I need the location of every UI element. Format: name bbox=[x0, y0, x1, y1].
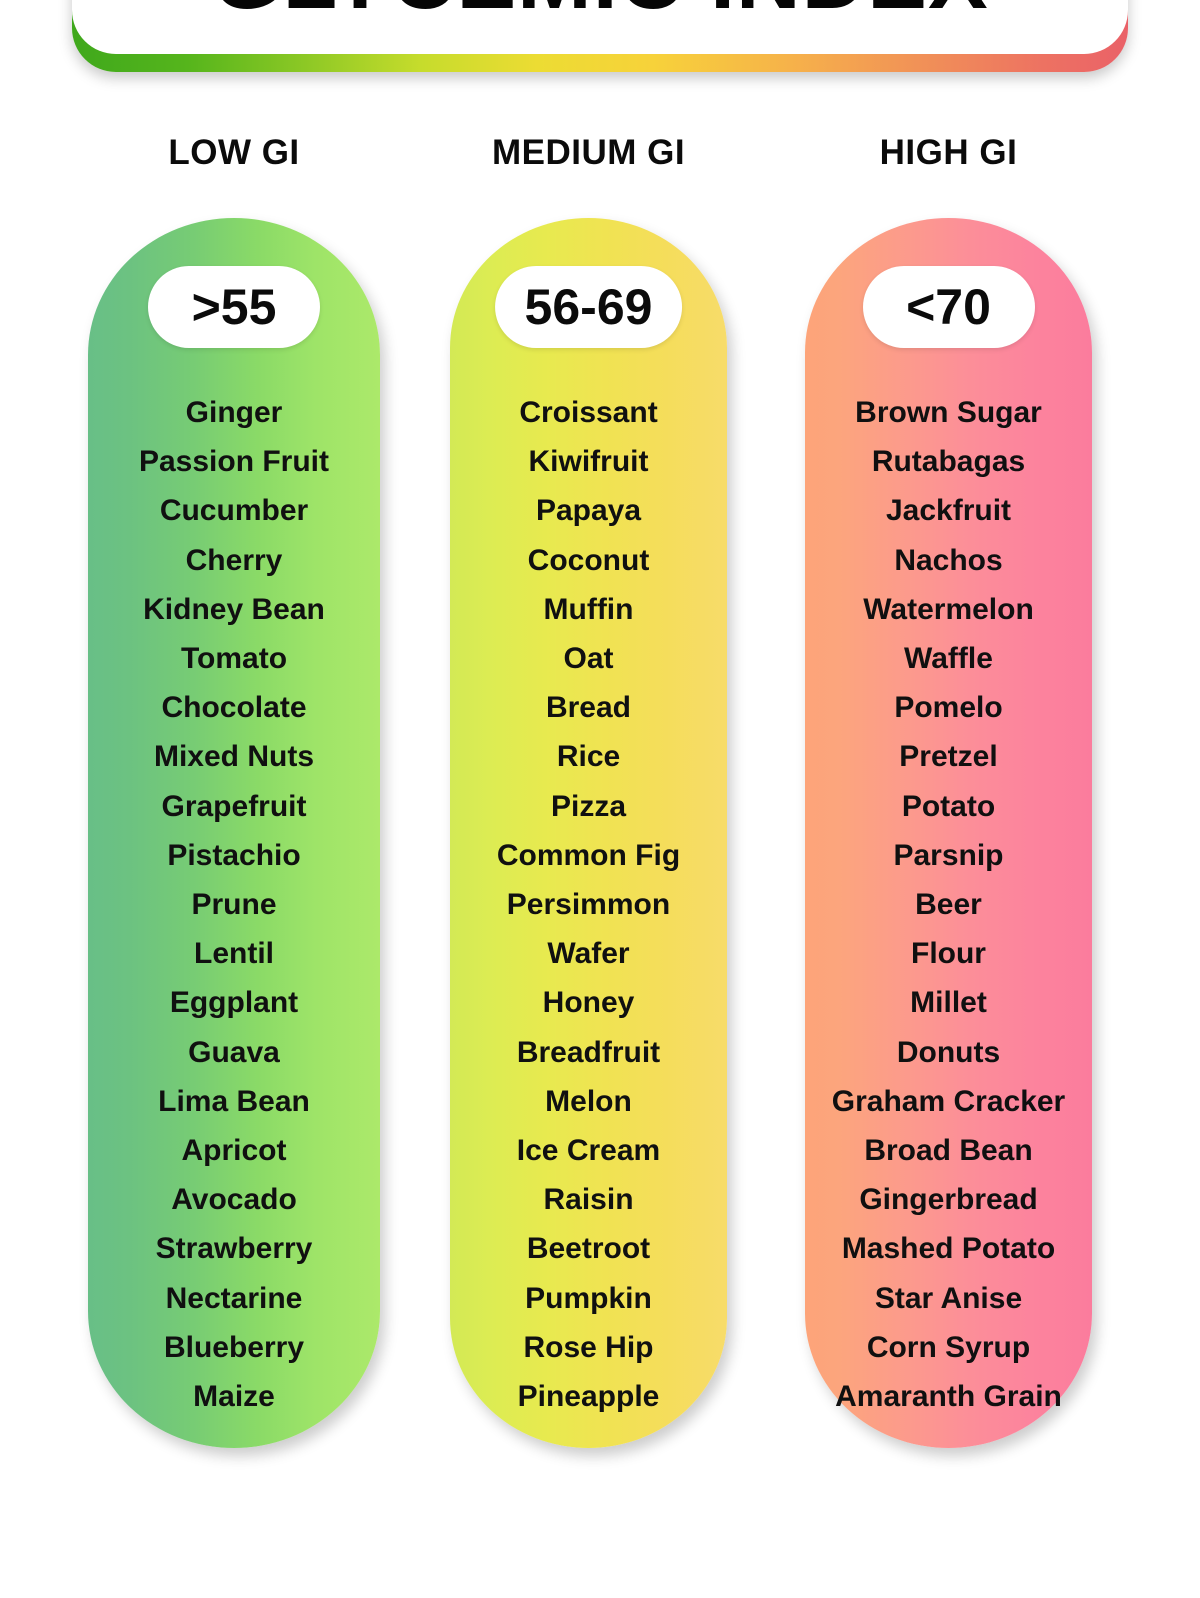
food-item: Apricot bbox=[181, 1134, 287, 1168]
food-item: Blueberry bbox=[163, 1330, 305, 1364]
food-item: Beer bbox=[915, 888, 982, 922]
food-item: Grapefruit bbox=[161, 789, 307, 823]
food-item: Common Fig bbox=[496, 838, 681, 872]
food-item: Broad Bean bbox=[864, 1134, 1033, 1168]
food-item: Gingerbread bbox=[859, 1183, 1038, 1217]
food-item: Wafer bbox=[547, 937, 630, 971]
food-item: Jackfruit bbox=[885, 494, 1012, 528]
food-item: Parsnip bbox=[893, 838, 1004, 872]
food-list-medium: Croissant Kiwifruit Papaya Coconut Muffin Oat… bbox=[450, 388, 727, 1421]
food-item: Strawberry bbox=[155, 1232, 313, 1266]
food-item: Avocado bbox=[171, 1183, 297, 1217]
food-item: Guava bbox=[188, 1035, 280, 1069]
gi-column-medium: 56-69 Croissant Kiwifruit Papaya Coconut Muf… bbox=[450, 218, 727, 1448]
food-item: Rice bbox=[556, 740, 621, 774]
food-item: Amaranth Grain bbox=[835, 1380, 1062, 1414]
food-item: Croissant bbox=[519, 396, 658, 429]
infographic-page: GLYCEMIC INDEX LOW GI MEDIUM GI HIGH GI … bbox=[0, 0, 1200, 1598]
food-item: Millet bbox=[910, 986, 987, 1020]
food-item: Melon bbox=[545, 1084, 632, 1118]
gi-range-badge-high: <70 bbox=[862, 266, 1035, 348]
column-heading-high: HIGH GI bbox=[879, 133, 1018, 172]
food-item: Coconut bbox=[527, 543, 650, 577]
food-item: Bread bbox=[545, 691, 632, 725]
food-item: Kidney Bean bbox=[143, 592, 325, 626]
food-item: Tomato bbox=[180, 642, 288, 676]
food-item: Prune bbox=[191, 888, 277, 922]
column-heading-low: LOW GI bbox=[168, 133, 300, 172]
food-item: Cherry bbox=[185, 543, 283, 577]
food-item: Oat bbox=[563, 642, 614, 676]
food-list-low: Ginger Passion Fruit Cucumber Cherry Kidney … bbox=[88, 388, 380, 1421]
food-item: Pistachio bbox=[167, 838, 301, 872]
gi-range-badge-low: >55 bbox=[148, 266, 320, 348]
food-item: Beetroot bbox=[526, 1232, 651, 1266]
food-item: Papaya bbox=[535, 494, 642, 528]
food-item: Brown Sugar bbox=[855, 396, 1042, 429]
food-item: Breadfruit bbox=[516, 1035, 661, 1069]
food-item: Potato bbox=[901, 789, 996, 823]
header-banner: GLYCEMIC INDEX bbox=[72, 0, 1128, 72]
food-item: Mashed Potato bbox=[841, 1232, 1056, 1266]
food-item: Star Anise bbox=[874, 1281, 1023, 1315]
gi-columns: >55 Ginger Passion Fruit Cucumber Cherry Kid… bbox=[0, 218, 1200, 1498]
food-item: Watermelon bbox=[863, 592, 1034, 626]
food-list-high: Brown Sugar Rutabagas Jackfruit Nachos Water… bbox=[805, 388, 1092, 1421]
food-item: Raisin bbox=[543, 1183, 634, 1217]
food-item: Pomelo bbox=[894, 691, 1003, 725]
gi-range-value-medium: 56-69 bbox=[524, 279, 653, 335]
food-item: Persimmon bbox=[506, 888, 671, 922]
food-item: Donuts bbox=[896, 1035, 1001, 1069]
food-item: Pizza bbox=[550, 789, 627, 823]
food-item: Lentil bbox=[194, 937, 274, 971]
food-item: Mixed Nuts bbox=[153, 740, 315, 774]
food-item: Passion Fruit bbox=[138, 445, 330, 479]
food-item: Lima Bean bbox=[158, 1084, 310, 1118]
food-item: Nachos bbox=[894, 543, 1003, 577]
food-item: Nectarine bbox=[165, 1281, 303, 1315]
food-item: Graham Cracker bbox=[831, 1084, 1066, 1118]
column-heading-medium: MEDIUM GI bbox=[491, 133, 686, 172]
food-item: Pineapple bbox=[517, 1380, 660, 1414]
page-title: GLYCEMIC INDEX bbox=[212, 0, 989, 22]
food-item: Chocolate bbox=[161, 691, 307, 725]
food-item: Pumpkin bbox=[525, 1281, 652, 1315]
food-item: Rose Hip bbox=[523, 1330, 654, 1364]
food-item: Honey bbox=[542, 986, 635, 1020]
food-item: Kiwifruit bbox=[528, 445, 649, 479]
food-item: Pretzel bbox=[899, 740, 998, 774]
column-headings: LOW GI MEDIUM GI HIGH GI bbox=[0, 133, 1200, 183]
food-item: Flour bbox=[911, 937, 986, 971]
gi-column-high: <70 Brown Sugar Rutabagas Jackfruit Nachos W… bbox=[805, 218, 1092, 1448]
gi-range-value-low: >55 bbox=[191, 279, 277, 335]
food-item: Rutabagas bbox=[871, 445, 1026, 479]
food-item: Cucumber bbox=[159, 494, 309, 528]
gi-range-value-high: <70 bbox=[906, 279, 991, 335]
food-item: Ice Cream bbox=[516, 1134, 661, 1168]
food-item: Maize bbox=[193, 1380, 275, 1414]
food-item: Muffin bbox=[543, 592, 634, 626]
header-card: GLYCEMIC INDEX bbox=[72, 0, 1128, 54]
food-item: Eggplant bbox=[169, 986, 299, 1020]
food-item: Ginger bbox=[185, 396, 283, 429]
gi-column-low: >55 Ginger Passion Fruit Cucumber Cherry Kid… bbox=[88, 218, 380, 1448]
food-item: Waffle bbox=[904, 642, 993, 676]
gi-range-badge-medium: 56-69 bbox=[494, 266, 683, 348]
food-item: Corn Syrup bbox=[866, 1330, 1031, 1364]
